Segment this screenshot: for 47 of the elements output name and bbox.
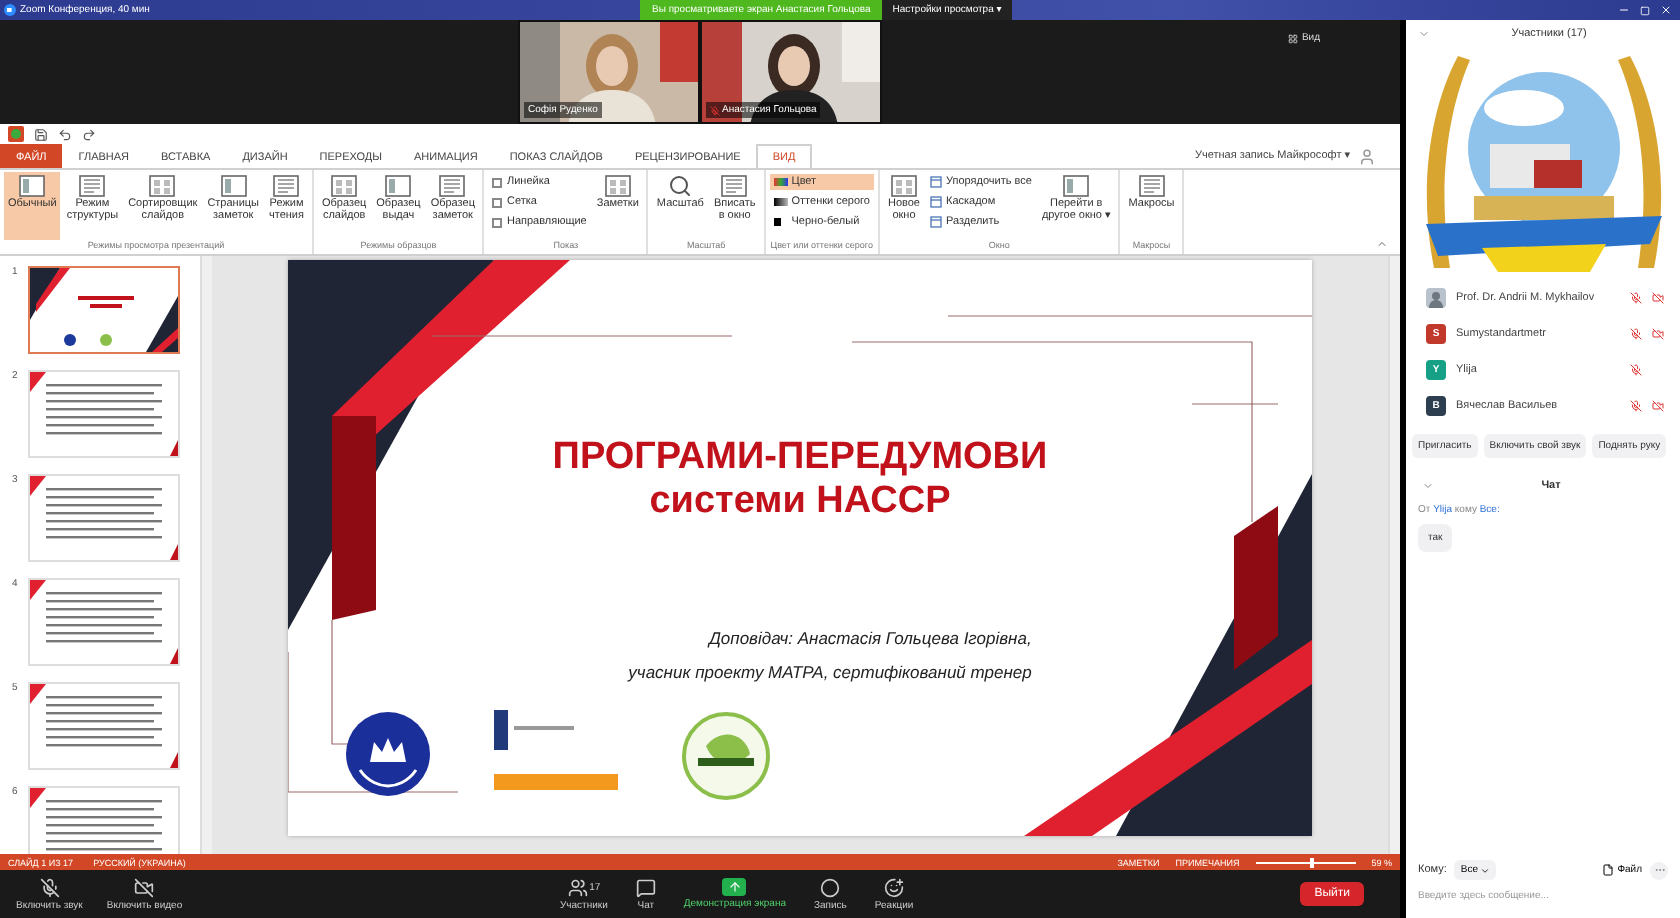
cascade-icon: [930, 196, 942, 208]
window-icon: [889, 174, 918, 198]
slide-thumbnail[interactable]: [28, 266, 180, 354]
avatar-icon: [1426, 288, 1446, 308]
video-off-icon: [134, 877, 155, 897]
file-icon: [1601, 864, 1614, 876]
people-icon: [567, 877, 588, 897]
save-icon[interactable]: [34, 127, 48, 141]
slide-title: ПРОГРАМИ-ПЕРЕДУМОВИ: [552, 436, 1048, 480]
macro-icon: [1137, 174, 1166, 198]
close-icon[interactable]: [1660, 4, 1672, 16]
record-icon: [820, 877, 841, 897]
caret-icon: [1480, 865, 1491, 875]
template-icon: [438, 174, 467, 198]
grid-icon: [148, 174, 177, 198]
speaker-text: Доповідач: Анастасія Гольцева Ігорівна,: [708, 627, 1032, 648]
windows-icon: [1062, 174, 1091, 198]
swatch-icon: [773, 198, 788, 206]
redo-icon[interactable]: [82, 127, 96, 141]
smiley-icon: [884, 877, 905, 897]
leaf-emblem-icon: [678, 709, 774, 802]
layout-icon: [18, 174, 47, 198]
speaker-text: учасник проекту МАТРА, сертифікований тренер: [628, 661, 1032, 682]
page-icon: [219, 174, 248, 198]
notes-icon: [603, 174, 632, 198]
camera-logo-icon: [4, 4, 16, 16]
undo-icon[interactable]: [58, 127, 72, 141]
split-icon: [930, 216, 942, 228]
slider-thumb[interactable]: [1310, 857, 1315, 867]
template-icon: [384, 174, 413, 198]
user-icon: [1358, 147, 1376, 165]
reading-icon: [272, 174, 301, 198]
search-icon: [668, 174, 693, 198]
swatch-icon: [773, 178, 788, 186]
app-logo-icon: [8, 126, 24, 142]
fit-window-icon: [720, 174, 749, 198]
maximize-icon[interactable]: [1640, 5, 1650, 15]
share-screen-icon: [722, 877, 747, 895]
slide-title: системи НАССР: [649, 479, 951, 524]
minimize-icon[interactable]: [1618, 4, 1630, 16]
outline-icon: [78, 174, 107, 198]
template-icon: [330, 174, 359, 198]
crown-emblem-icon: [342, 709, 434, 798]
mic-off-icon: [39, 877, 60, 897]
chat-icon: [635, 877, 656, 897]
flag-emblem-icon: [494, 709, 618, 794]
tile-icon: [930, 176, 942, 188]
